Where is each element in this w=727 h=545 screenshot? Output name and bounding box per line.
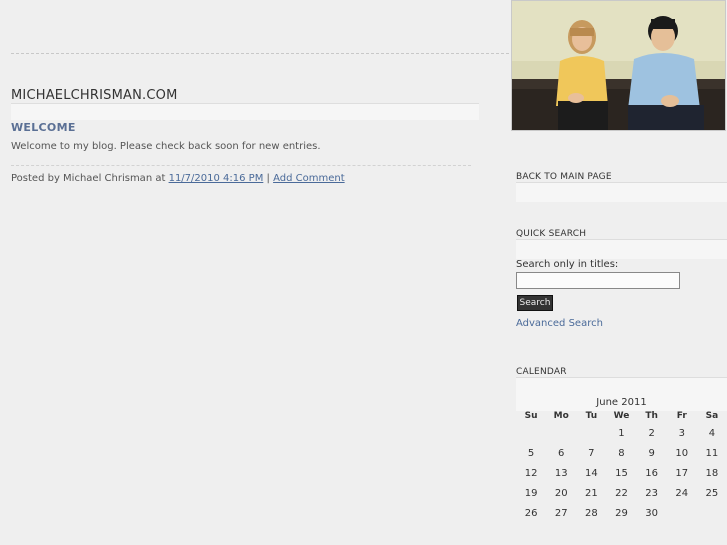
footer-separator: | [266, 173, 270, 184]
posted-by-text: Posted by Michael Chrisman at [11, 173, 166, 184]
calendar-week-row: 19 20 21 22 23 24 25 [516, 483, 727, 503]
post-title[interactable]: WELCOME [11, 121, 76, 134]
post-footer: Posted by Michael Chrisman at 11/7/2010 … [11, 173, 345, 184]
calendar-day: 12 [524, 467, 538, 479]
calendar-day [667, 503, 697, 523]
search-input[interactable] [516, 272, 680, 289]
calendar-day: 8 [618, 447, 625, 459]
calendar-day [516, 423, 546, 443]
calendar-day: 14 [584, 467, 598, 479]
top-divider [11, 53, 509, 54]
calendar-day: 13 [554, 467, 568, 479]
header-photo [511, 0, 726, 131]
post-divider [11, 165, 471, 166]
calendar-day: 23 [645, 487, 658, 499]
calendar-day: 7 [588, 447, 595, 459]
weekday-header: Su [524, 411, 538, 421]
calendar-month: June 2011 [596, 397, 647, 408]
calendar-day: 22 [615, 487, 628, 499]
calendar-day: 30 [645, 507, 658, 519]
post-body: Welcome to my blog. Please check back so… [11, 141, 321, 152]
calendar-day: 25 [705, 487, 719, 499]
calendar-day: 9 [648, 447, 655, 459]
search-label: Search only in titles: [516, 259, 619, 270]
back-to-main-page-link[interactable]: BACK TO MAIN PAGE [516, 172, 612, 182]
calendar-day: 19 [524, 487, 538, 499]
calendar-day: 29 [615, 507, 628, 519]
calendar-day: 16 [645, 467, 658, 479]
calendar-day: 17 [675, 467, 689, 479]
calendar-day: 3 [678, 427, 685, 439]
calendar-title: CALENDAR [516, 367, 567, 377]
add-comment-link[interactable]: Add Comment [273, 173, 345, 184]
back-section-bar [516, 182, 727, 202]
quick-search-title: QUICK SEARCH [516, 229, 587, 239]
calendar-day: 28 [584, 507, 598, 519]
calendar-day: 1 [618, 427, 625, 439]
calendar-weekday-row: Su Mo Tu We Th Fr Sa [516, 409, 727, 423]
weekday-header: Fr [676, 411, 687, 421]
calendar-day: 21 [584, 487, 598, 499]
calendar-day: 26 [524, 507, 538, 519]
calendar-day [576, 423, 606, 443]
calendar-week-row: 26 27 28 29 30 [516, 503, 727, 523]
calendar-day: 20 [554, 487, 568, 499]
calendar-day: 27 [554, 507, 568, 519]
calendar-table: Su Mo Tu We Th Fr Sa 1 2 3 4 5 6 7 8 9 1… [516, 409, 727, 523]
calendar-day [697, 503, 727, 523]
weekday-header: We [613, 411, 630, 421]
advanced-search-link[interactable]: Advanced Search [516, 318, 603, 329]
quick-search-bar [516, 239, 727, 259]
calendar-day: 5 [527, 447, 535, 459]
calendar-day: 15 [615, 467, 628, 479]
weekday-header: Mo [553, 411, 569, 421]
calendar-day: 18 [705, 467, 719, 479]
title-underline-bar [11, 103, 479, 120]
calendar-week-row: 5 6 7 8 9 10 11 [516, 443, 727, 463]
weekday-header: Sa [705, 411, 719, 421]
calendar-day [546, 423, 576, 443]
calendar-day: 4 [708, 427, 716, 439]
site-title[interactable]: MICHAELCHRISMAN.COM [11, 88, 178, 103]
calendar-day: 10 [675, 447, 689, 459]
post-date-link[interactable]: 11/7/2010 4:16 PM [169, 173, 264, 184]
calendar-day: 24 [675, 487, 689, 499]
weekday-header: Th [645, 411, 658, 421]
calendar-day: 2 [648, 427, 655, 439]
calendar-week-row: 12 13 14 15 16 17 18 [516, 463, 727, 483]
couple-photo-image [512, 1, 725, 130]
calendar-day: 6 [558, 447, 565, 459]
weekday-header: Tu [585, 411, 598, 421]
calendar-day: 11 [705, 447, 719, 459]
calendar-week-row: 1 2 3 4 [516, 423, 727, 443]
search-button[interactable]: Search [517, 295, 553, 311]
